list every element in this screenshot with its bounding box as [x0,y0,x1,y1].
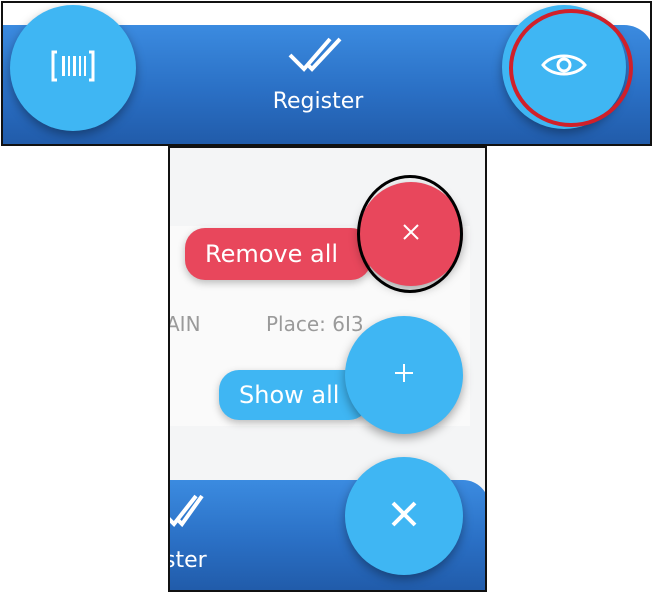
remove-all-fab-button[interactable] [359,182,463,286]
barcode-scan-icon [51,46,95,90]
double-check-icon [170,492,204,532]
show-all-label: Show all [239,381,340,409]
show-visibility-fab-button[interactable] [502,5,626,129]
remove-all-button[interactable]: Remove all [185,228,371,280]
place-text: Place: 6I3 [266,312,364,336]
expanded-fab-menu-panel: AIN Place: 6I3 Remove all Show all ster [168,146,487,592]
remove-all-label: Remove all [205,240,339,268]
close-icon [400,221,422,247]
show-all-fab-button[interactable] [345,316,463,434]
register-tab[interactable]: Register [253,33,383,133]
eye-icon [540,50,588,84]
register-label: Register [272,89,364,114]
register-label: ster [168,548,207,573]
close-icon [388,498,420,534]
top-bottom-bar-panel: Register [1,1,652,146]
item-code-text: AIN [168,312,201,336]
scan-fab-button[interactable] [10,5,136,131]
close-fab-menu-button[interactable] [345,457,463,575]
plus-icon [392,361,416,389]
double-check-icon [286,33,350,79]
